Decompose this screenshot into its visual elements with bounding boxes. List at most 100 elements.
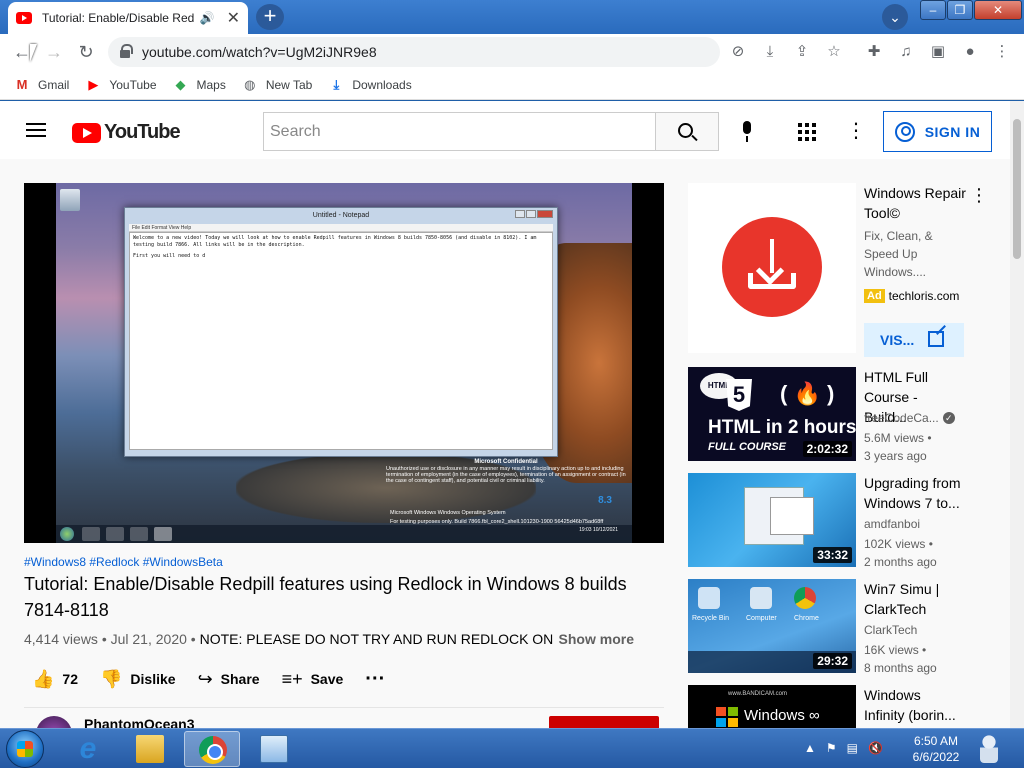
share-icon[interactable]: ⇪ (792, 42, 812, 62)
extensions-icon[interactable]: ✚ (864, 42, 884, 62)
tab-search-button[interactable]: ⌄ (882, 4, 908, 30)
recommendation-title[interactable]: Win7 Simu | ClarkTech (864, 579, 964, 619)
install-app-icon[interactable]: ⤓ (760, 42, 780, 62)
sign-in-button[interactable]: SIGN IN (883, 111, 992, 152)
bookmark-downloads[interactable]: ⤓ Downloads (328, 77, 411, 93)
video-duration: 29:32 (813, 653, 852, 669)
recommendation-item[interactable]: 33:32 Upgrading from Windows 7 to... amd… (688, 473, 994, 569)
url-text[interactable]: youtube.com/watch?v=UgM2iJNR9e8 (142, 44, 377, 60)
system-tray: ▲ ⚑ ▤ 🔇 (804, 741, 893, 755)
recommendation-title[interactable]: Windows Infinity (borin... (864, 685, 964, 725)
reload-button[interactable]: ↻ (74, 40, 98, 64)
search-input[interactable] (264, 113, 655, 150)
close-window-button[interactable]: ✕ (974, 0, 1022, 20)
playlist-add-icon: ≡+ (281, 668, 303, 689)
taskbar-internet-explorer[interactable]: e (60, 731, 116, 767)
video-actions: 👍 72 👎 Dislike ↪ Share ≡+ Save ··· (24, 661, 407, 697)
internet-explorer-icon: e (79, 732, 97, 765)
address-bar[interactable]: youtube.com/watch?v=UgM2iJNR9e8 (108, 37, 720, 67)
scrollbar-thumb[interactable] (1013, 119, 1021, 259)
video-info[interactable]: 4,414 views • Jul 21, 2020 • NOTE: PLEAS… (24, 631, 664, 647)
visit-site-button[interactable]: VIS... (864, 323, 964, 357)
lock-icon[interactable] (120, 44, 133, 58)
account-circle-icon (894, 121, 915, 142)
bookmark-new-tab[interactable]: ◍ New Tab (242, 77, 312, 93)
dislike-button[interactable]: 👎 Dislike (100, 669, 176, 690)
new-tab-button[interactable]: + (256, 4, 284, 30)
recommendation-item[interactable]: HTML 5 ( 🔥 ) HTML in 2 hours FULL COURSE… (688, 367, 994, 463)
system-clock[interactable]: 6:50 AM 6/6/2022 (896, 733, 976, 765)
channel-name[interactable]: PhantomOcean3 (84, 716, 194, 728)
video-thumbnail[interactable]: Recycle Bin Computer Chrome 29:32 (688, 579, 856, 673)
apps-grid-icon[interactable] (798, 123, 816, 141)
recommendation-item[interactable]: Recycle Bin Computer Chrome 29:32 Win7 S… (688, 579, 994, 675)
bookmark-star-icon[interactable]: ☆ (824, 42, 844, 62)
save-button[interactable]: ≡+ Save (282, 669, 344, 690)
recommendation-title[interactable]: Upgrading from Windows 7 to... (864, 473, 964, 513)
notepad-window: Untitled - Notepad File Edit Format View… (124, 207, 558, 457)
show-more-button[interactable]: Show more (554, 631, 634, 647)
video-thumbnail[interactable]: 33:32 (688, 473, 856, 567)
channel-label: freeCodeCa... (864, 411, 939, 425)
video-thumbnail[interactable]: www.BANDICAM.com Windows ∞ (688, 685, 856, 728)
video-frame-desktop: Untitled - Notepad File Edit Format View… (56, 183, 632, 543)
microphone-icon[interactable] (738, 121, 756, 143)
gmail-icon: M (16, 76, 28, 92)
profile-icon[interactable]: ● (960, 42, 980, 62)
tab-close-icon[interactable]: ✕ (227, 8, 240, 28)
window-controls: – ❐ ✕ (920, 0, 1023, 20)
html5-shield-icon: 5 (726, 379, 752, 411)
recommendation-item[interactable]: www.BANDICAM.com Windows ∞ Windows Infin… (688, 685, 994, 728)
chrome-menu-icon[interactable]: ⋮ (992, 42, 1012, 62)
settings-more-icon[interactable]: ⋮ (846, 119, 866, 143)
taskbar-google-chrome[interactable] (184, 731, 240, 767)
bookmark-maps[interactable]: ◆ Maps (173, 77, 226, 93)
video-player[interactable]: Untitled - Notepad File Edit Format View… (24, 183, 664, 543)
start-button[interactable] (6, 730, 44, 768)
recommendation-meta: 102K views • 2 months ago (864, 535, 974, 571)
search-button[interactable] (656, 112, 719, 151)
thumb-subline: FULL COURSE (708, 441, 787, 453)
taskbar-remote-desktop[interactable] (246, 731, 302, 767)
bookmark-youtube[interactable]: ▶ YouTube (85, 77, 156, 93)
subscribe-button[interactable] (549, 716, 659, 728)
minimize-button[interactable]: – (920, 0, 946, 20)
recommendation-channel[interactable]: ClarkTech (864, 623, 917, 637)
channel-avatar[interactable] (36, 716, 72, 728)
browser-tab[interactable]: Tutorial: Enable/Disable Redpill feature… (8, 2, 248, 34)
ad-title[interactable]: Windows Repair Tool© (864, 183, 974, 223)
ad-thumbnail[interactable] (688, 183, 856, 353)
video-thumbnail[interactable]: HTML 5 ( 🔥 ) HTML in 2 hours FULL COURSE… (688, 367, 856, 461)
ad-menu-icon[interactable]: ⋮ (970, 183, 988, 207)
inner-start-icon (60, 527, 74, 541)
forward-button[interactable]: → (42, 40, 66, 64)
recommendation-channel[interactable]: amdfanboi (864, 517, 920, 531)
show-hidden-icons-icon[interactable]: ▲ (804, 741, 816, 755)
recommendation-channel[interactable]: freeCodeCa... ✓ (864, 411, 955, 425)
share-button[interactable]: ↪ Share (198, 669, 260, 690)
volume-muted-icon[interactable]: 🔇 (868, 741, 883, 755)
search-box[interactable] (263, 112, 656, 151)
share-label: Share (220, 671, 260, 687)
video-title: Tutorial: Enable/Disable Redpill feature… (24, 574, 627, 620)
user-avatar[interactable] (970, 731, 1008, 767)
taskbar-windows-explorer[interactable] (122, 731, 178, 767)
bookmark-gmail[interactable]: M Gmail (14, 76, 70, 93)
cookie-blocked-icon[interactable]: ⊘ (728, 42, 748, 62)
video-hashtags[interactable]: #Windows8 #Redlock #WindowsBeta (24, 555, 223, 569)
bookmark-label: Gmail (38, 77, 70, 92)
more-actions-button[interactable]: ··· (365, 669, 385, 689)
like-button[interactable]: 👍 72 (32, 669, 78, 690)
page-scrollbar[interactable] (1010, 101, 1024, 728)
hamburger-menu-icon[interactable] (26, 123, 46, 137)
side-panel-icon[interactable]: ▣ (928, 42, 948, 62)
youtube-logo[interactable]: YouTube (72, 121, 181, 144)
ad-card[interactable]: Windows Repair Tool© ⋮ Fix, Clean, & Spe… (688, 183, 994, 359)
media-control-icon[interactable]: ♫ (896, 42, 916, 62)
ad-badge: Ad (864, 289, 885, 303)
speaker-icon[interactable]: 🔊 (200, 11, 215, 25)
bookmark-label: Maps (196, 77, 226, 92)
maximize-button[interactable]: ❐ (947, 0, 973, 20)
action-center-flag-icon[interactable]: ⚑ (826, 741, 837, 755)
network-icon[interactable]: ▤ (847, 741, 858, 755)
